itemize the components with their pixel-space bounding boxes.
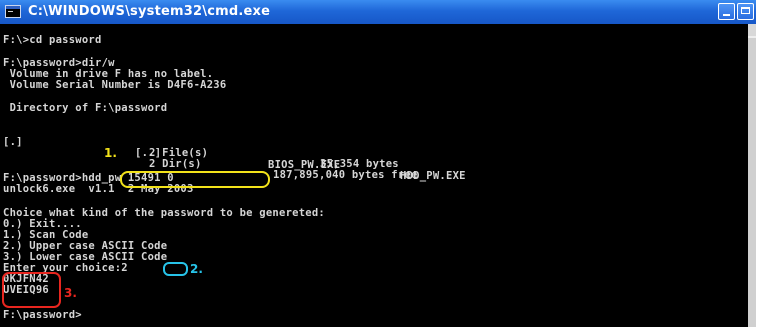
console-line: F:\>cd password <box>3 34 102 46</box>
cmd-window-icon[interactable] <box>5 5 21 18</box>
console-line: Volume Serial Number is D4F6-A236 <box>3 79 227 91</box>
maximize-button[interactable] <box>737 3 754 20</box>
dir-count: 2 Dir(s) <box>149 158 202 171</box>
window-title: C:\WINDOWS\system32\cmd.exe <box>28 4 271 19</box>
minimize-button[interactable] <box>718 3 735 20</box>
annotation-box-yellow <box>120 171 270 188</box>
cmd-window: C:\WINDOWS\system32\cmd.exe F:\>cd passw… <box>0 0 756 327</box>
annotation-number-3: 3. <box>64 286 77 300</box>
annotation-number-2: 2. <box>190 262 203 276</box>
annotation-box-red <box>2 272 61 308</box>
console-output[interactable]: F:\>cd password F:\password>dir/w Volume… <box>3 27 748 327</box>
annotation-number-1: 1. <box>104 146 117 160</box>
title-bar[interactable]: C:\WINDOWS\system32\cmd.exe <box>0 0 756 24</box>
scroll-up-arrow-icon[interactable] <box>748 24 756 36</box>
scroll-thumb[interactable] <box>748 38 756 327</box>
annotation-box-cyan <box>163 262 188 276</box>
vertical-scrollbar[interactable] <box>748 24 756 327</box>
console-prompt: F:\password> <box>3 309 82 321</box>
free-bytes: 187,895,040 bytes free <box>273 169 418 182</box>
console-line: Directory of F:\password <box>3 102 168 114</box>
